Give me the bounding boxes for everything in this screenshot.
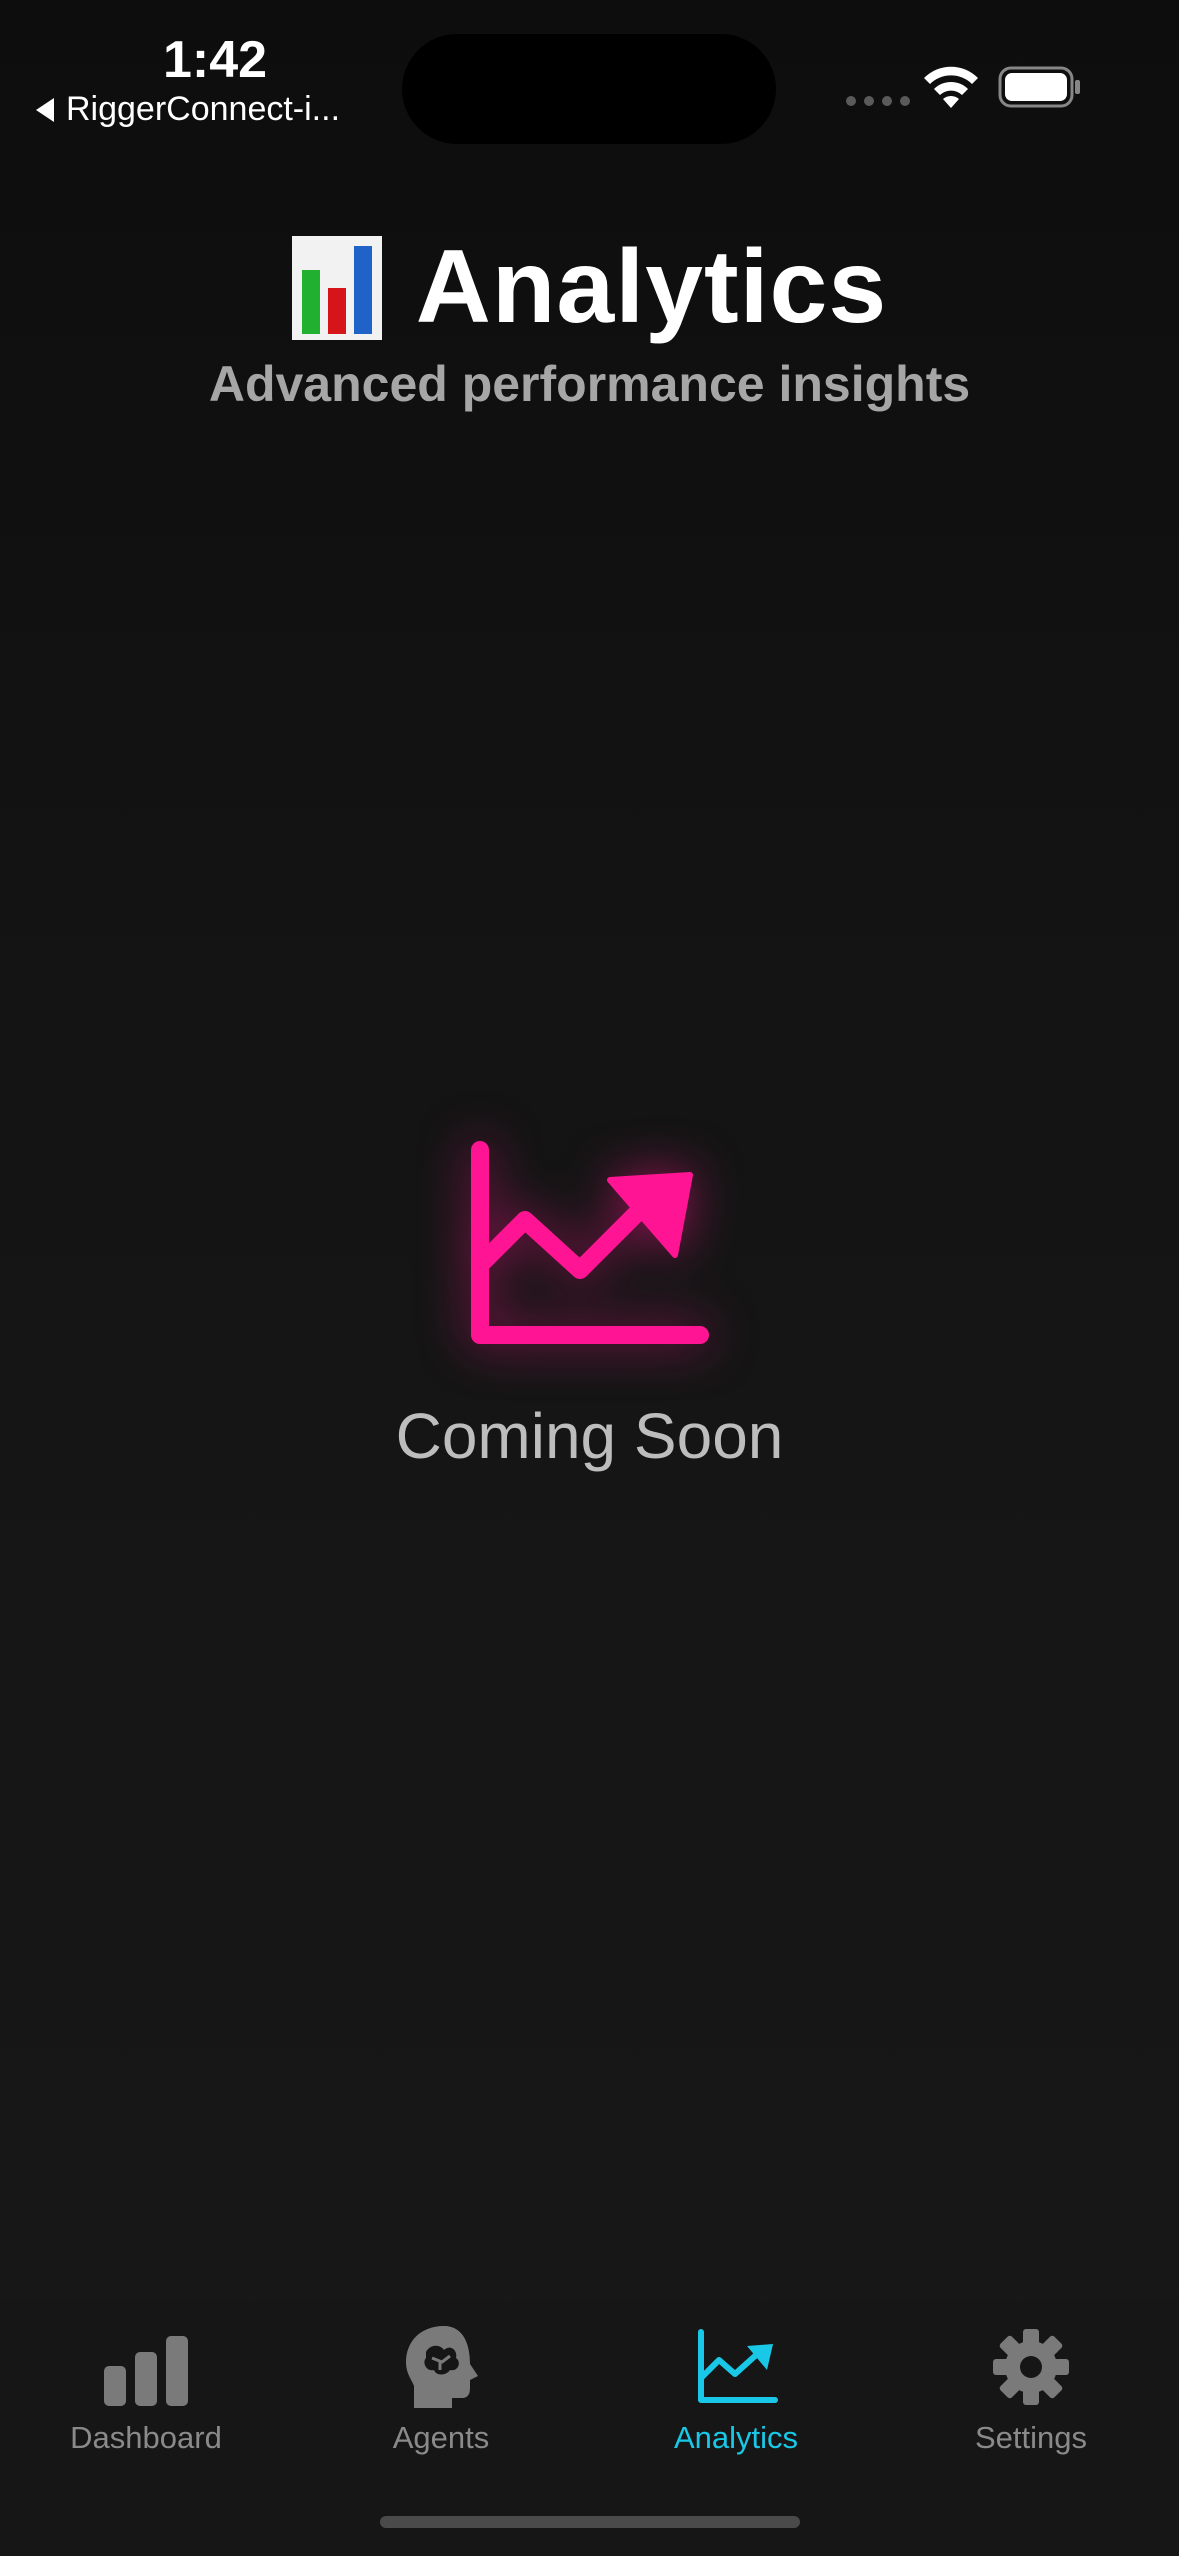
dynamic-island: [402, 34, 776, 144]
gear-icon: [993, 2329, 1069, 2405]
back-to-app-link[interactable]: RiggerConnect-i...: [36, 90, 340, 129]
back-arrow-icon: [36, 97, 54, 122]
tab-analytics[interactable]: Analytics: [606, 2322, 866, 2456]
page-title: Analytics: [415, 229, 888, 345]
chart-line-up-icon: [470, 1141, 709, 1344]
tab-agents[interactable]: Agents: [311, 2322, 571, 2456]
tab-settings-label: Settings: [974, 2420, 1087, 2455]
tab-agents-label: Agents: [392, 2420, 490, 2455]
tab-settings[interactable]: Settings: [901, 2322, 1161, 2456]
chart-line-up-icon: [698, 2329, 778, 2403]
page-subtitle: Advanced performance insights: [208, 356, 971, 412]
home-indicator[interactable]: [380, 2516, 800, 2528]
tab-dashboard[interactable]: Dashboard: [16, 2322, 276, 2456]
bar-chart-icon: [104, 2336, 188, 2406]
tab-analytics-label: Analytics: [673, 2420, 799, 2455]
coming-soon-text: Coming Soon: [395, 1400, 784, 1472]
bar-chart-emoji-icon: [291, 235, 382, 340]
analytics-screen: 1:42 RiggerConnect-i... Analytics Advanc…: [0, 0, 1179, 2556]
status-time: 1:42: [162, 31, 268, 89]
wifi-icon: [924, 66, 978, 108]
tab-dashboard-label: Dashboard: [70, 2420, 222, 2455]
coming-soon-panel: Coming Soon: [0, 1130, 1179, 1473]
page-header: Analytics Advanced performance insights: [0, 228, 1179, 413]
battery-icon: [998, 66, 1080, 108]
back-app-label: RiggerConnect-i...: [66, 90, 341, 128]
cellular-signal-icon: [846, 96, 910, 106]
brain-head-icon: [406, 2326, 478, 2408]
